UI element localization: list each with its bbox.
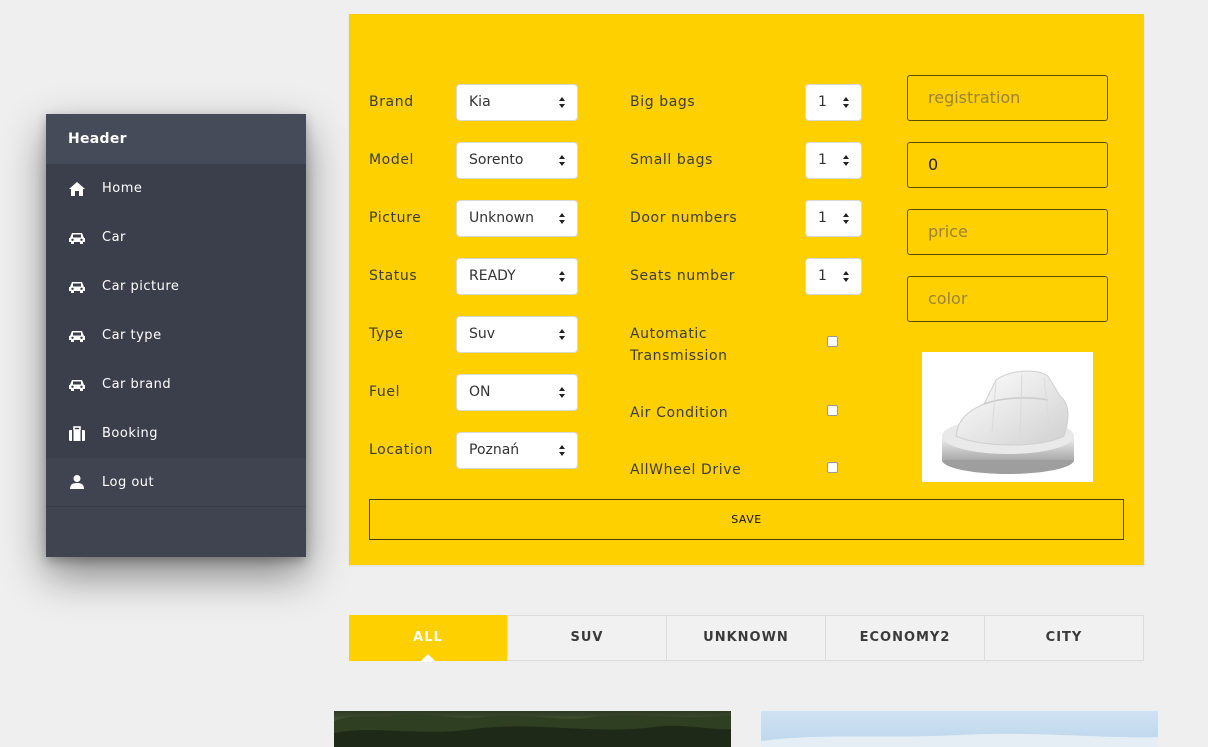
fuel-select[interactable]: ON <box>456 374 578 411</box>
gallery-image[interactable] <box>334 711 731 747</box>
car-icon <box>68 229 86 247</box>
allwheel-drive-checkbox[interactable] <box>827 462 838 473</box>
picture-select[interactable]: Unknown <box>456 200 578 237</box>
select-value: 1 <box>818 152 827 168</box>
location-label: Location <box>369 442 434 458</box>
seats-number-label: Seats number <box>630 268 736 284</box>
mileage-input[interactable]: 0 <box>907 142 1108 188</box>
sidebar-item-car-picture[interactable]: Car picture <box>46 262 306 311</box>
select-arrows-icon <box>843 97 850 108</box>
sidebar-item-car[interactable]: Car <box>46 213 306 262</box>
status-select[interactable]: READY <box>456 258 578 295</box>
tab-unknown[interactable]: UNKNOWN <box>667 616 826 660</box>
select-value: Unknown <box>469 210 534 226</box>
automatic-transmission-checkbox[interactable] <box>827 336 838 347</box>
sidebar-item-label: Car brand <box>102 377 172 392</box>
tab-suv[interactable]: SUV <box>508 616 667 660</box>
select-arrows-icon <box>843 271 850 282</box>
car-icon <box>68 327 86 345</box>
brand-label: Brand <box>369 94 414 110</box>
select-value: Poznań <box>469 442 520 458</box>
save-button[interactable]: SAVE <box>369 499 1124 540</box>
color-input[interactable]: color <box>907 276 1108 322</box>
brand-select[interactable]: Kia <box>456 84 578 121</box>
label-line: Transmission <box>630 348 728 364</box>
select-arrows-icon <box>559 445 566 456</box>
select-arrows-icon <box>843 155 850 166</box>
automatic-transmission-label: Automatic Transmission <box>630 323 728 367</box>
suitcase-icon <box>68 425 86 443</box>
air-condition-checkbox[interactable] <box>827 405 838 416</box>
sidebar-item-home[interactable]: Home <box>46 164 306 213</box>
sidebar-item-label: Home <box>102 181 143 196</box>
select-value: READY <box>469 268 516 284</box>
price-input[interactable]: price <box>907 209 1108 255</box>
select-arrows-icon <box>559 271 566 282</box>
model-select[interactable]: Sorento <box>456 142 578 179</box>
select-value: Kia <box>469 94 491 110</box>
tab-city[interactable]: CITY <box>985 616 1143 660</box>
sidebar-menu: Home Car Car picture Car type Car brand <box>46 164 306 458</box>
type-select[interactable]: Suv <box>456 316 578 353</box>
sidebar-item-booking[interactable]: Booking <box>46 409 306 458</box>
sidebar-item-label: Car type <box>102 328 162 343</box>
select-value: ON <box>469 384 491 400</box>
door-numbers-label: Door numbers <box>630 210 738 226</box>
user-icon <box>68 473 86 491</box>
tab-all[interactable]: ALL <box>349 615 508 662</box>
sidebar-item-label: Car picture <box>102 279 180 294</box>
car-icon <box>68 278 86 296</box>
select-arrows-icon <box>559 329 566 340</box>
select-arrows-icon <box>559 213 566 224</box>
select-value: 1 <box>818 210 827 226</box>
label-line: Automatic <box>630 326 708 342</box>
big-bags-select[interactable]: 1 <box>805 84 862 121</box>
gallery-image[interactable] <box>761 711 1158 747</box>
location-select[interactable]: Poznań <box>456 432 578 469</box>
category-tabs: ALL SUV UNKNOWN ECONOMY2 CITY <box>349 615 1144 662</box>
sidebar-item-label: Booking <box>102 426 158 441</box>
select-value: 1 <box>818 94 827 110</box>
sidebar-item-logout[interactable]: Log out <box>46 458 306 507</box>
fuel-label: Fuel <box>369 384 401 400</box>
select-arrows-icon <box>559 387 566 398</box>
sidebar-item-car-type[interactable]: Car type <box>46 311 306 360</box>
tab-economy2[interactable]: ECONOMY2 <box>826 616 985 660</box>
type-label: Type <box>369 326 404 342</box>
select-arrows-icon <box>559 155 566 166</box>
sidebar-header: Header <box>46 114 306 164</box>
select-value: Sorento <box>469 152 524 168</box>
car-icon <box>68 376 86 394</box>
status-label: Status <box>369 268 418 284</box>
select-value: 1 <box>818 268 827 284</box>
allwheel-drive-label: AllWheel Drive <box>630 462 742 478</box>
small-bags-label: Small bags <box>630 152 713 168</box>
picture-label: Picture <box>369 210 422 226</box>
registration-input[interactable]: registration <box>907 75 1108 121</box>
car-form-panel: Brand Kia Model Sorento Picture Unknown … <box>349 14 1144 565</box>
sidebar: Header Home Car Car picture Car type Car… <box>46 114 306 557</box>
sidebar-item-label: Car <box>102 230 126 245</box>
model-label: Model <box>369 152 415 168</box>
air-condition-label: Air Condition <box>630 405 729 421</box>
big-bags-label: Big bags <box>630 94 696 110</box>
select-arrows-icon <box>843 213 850 224</box>
small-bags-select[interactable]: 1 <box>805 142 862 179</box>
select-arrows-icon <box>559 97 566 108</box>
sidebar-item-label: Log out <box>102 474 155 490</box>
select-value: Suv <box>469 326 496 342</box>
home-icon <box>68 180 86 198</box>
seats-number-select[interactable]: 1 <box>805 258 862 295</box>
sidebar-item-car-brand[interactable]: Car brand <box>46 360 306 409</box>
door-numbers-select[interactable]: 1 <box>805 200 862 237</box>
car-picture-image <box>922 352 1093 482</box>
